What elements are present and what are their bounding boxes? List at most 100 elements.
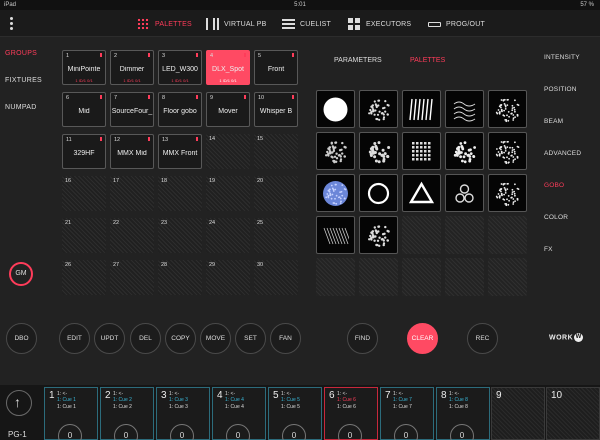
left-nav-fixtures[interactable]: FIXTURES: [0, 77, 50, 104]
executor-7[interactable]: 7 1: <- 1: Cue 7 1: Cue 70: [380, 387, 434, 440]
empty-palette-cell[interactable]: [359, 258, 398, 296]
fan-button[interactable]: FAN: [270, 323, 301, 354]
copy-button[interactable]: COPY: [165, 323, 196, 354]
tab-parameters[interactable]: PARAMETERS: [334, 57, 382, 64]
group-cell[interactable]: 2 Dimmer 1 ID/1 0/1: [110, 50, 154, 85]
executor-fader-knob[interactable]: 0: [226, 424, 250, 440]
find-button[interactable]: FIND: [347, 323, 378, 354]
group-cell[interactable]: 16: [62, 176, 106, 211]
group-cell[interactable]: 3 LED_W300 1 ID/1 0/1: [158, 50, 202, 85]
group-cell[interactable]: 22: [110, 218, 154, 253]
group-cell[interactable]: 7 SourceFour_: [110, 92, 154, 127]
executor-4[interactable]: 4 1: <- 1: Cue 4 1: Cue 40: [212, 387, 266, 440]
empty-palette-cell[interactable]: [316, 258, 355, 296]
left-nav-numpad[interactable]: NUMPAD: [0, 104, 50, 131]
executor-fader-knob[interactable]: 0: [58, 424, 82, 440]
group-cell[interactable]: 8 Floor gobo: [158, 92, 202, 127]
update-button[interactable]: UPDT: [94, 323, 125, 354]
gobo-palette-cell[interactable]: [402, 90, 441, 128]
gobo-palette-cell[interactable]: [445, 90, 484, 128]
dbo-button[interactable]: DBO: [6, 323, 37, 354]
group-cell[interactable]: 15: [254, 134, 298, 169]
more-menu-icon[interactable]: [9, 17, 13, 30]
nav-prog-out[interactable]: PROG/OUT: [428, 16, 485, 32]
gobo-palette-cell[interactable]: [488, 132, 527, 170]
gobo-palette-cell[interactable]: [402, 174, 441, 212]
gobo-palette-cell[interactable]: [445, 132, 484, 170]
executor-fader-knob[interactable]: 0: [282, 424, 306, 440]
empty-palette-cell[interactable]: [402, 216, 441, 254]
group-cell[interactable]: 13 MMX Front: [158, 134, 202, 169]
group-cell[interactable]: 9 Mover: [206, 92, 250, 127]
gobo-palette-cell[interactable]: [316, 132, 355, 170]
delete-button[interactable]: DEL: [130, 323, 161, 354]
group-cell[interactable]: 23: [158, 218, 202, 253]
executor-2[interactable]: 2 1: <- 1: Cue 2 1: Cue 20: [100, 387, 154, 440]
group-cell[interactable]: 24: [206, 218, 250, 253]
nav-executors[interactable]: EXECUTORS: [348, 16, 411, 32]
group-cell[interactable]: 11 329HF: [62, 134, 106, 169]
group-cell[interactable]: 1 MiniPointe 1 ID/1 0/1: [62, 50, 106, 85]
group-cell[interactable]: 19: [206, 176, 250, 211]
executor-5[interactable]: 5 1: <- 1: Cue 5 1: Cue 50: [268, 387, 322, 440]
attr-advanced[interactable]: ADVANCED: [544, 150, 600, 182]
group-cell[interactable]: 10 Whisper B: [254, 92, 298, 127]
tab-palettes[interactable]: PALETTES: [410, 57, 445, 64]
left-nav-groups[interactable]: GROUPS: [0, 50, 50, 77]
executor-3[interactable]: 3 1: <- 1: Cue 3 1: Cue 30: [156, 387, 210, 440]
group-cell[interactable]: 14: [206, 134, 250, 169]
gobo-palette-cell[interactable]: [359, 132, 398, 170]
group-cell[interactable]: 26: [62, 260, 106, 295]
attr-color[interactable]: COLOR: [544, 214, 600, 246]
group-cell[interactable]: 30: [254, 260, 298, 295]
gobo-palette-cell[interactable]: [359, 216, 398, 254]
attr-gobo[interactable]: GOBO: [544, 182, 600, 214]
empty-palette-cell[interactable]: [488, 258, 527, 296]
attr-intensity[interactable]: INTENSITY: [544, 54, 600, 86]
group-cell[interactable]: 29: [206, 260, 250, 295]
set-button[interactable]: SET: [235, 323, 266, 354]
clear-button[interactable]: CLEAR: [407, 323, 438, 354]
executor-1[interactable]: 1 1: <- 1: Cue 1 1: Cue 10: [44, 387, 98, 440]
executor-9[interactable]: 9: [491, 387, 545, 440]
executor-fader-knob[interactable]: 0: [394, 424, 418, 440]
group-cell[interactable]: 12 MMX Mid: [110, 134, 154, 169]
nav-virtual-pb[interactable]: VIRTUAL PB: [206, 16, 266, 32]
gobo-palette-cell[interactable]: [445, 174, 484, 212]
empty-palette-cell[interactable]: [402, 258, 441, 296]
group-cell[interactable]: 21: [62, 218, 106, 253]
group-cell[interactable]: 5 Front: [254, 50, 298, 85]
executor-fader-knob[interactable]: 0: [114, 424, 138, 440]
empty-palette-cell[interactable]: [488, 216, 527, 254]
gobo-palette-cell[interactable]: [359, 174, 398, 212]
group-cell[interactable]: 20: [254, 176, 298, 211]
grand-master-button[interactable]: GM: [9, 262, 33, 286]
gobo-palette-cell[interactable]: [316, 174, 355, 212]
group-cell[interactable]: 17: [110, 176, 154, 211]
executor-8[interactable]: 8 1: <- 1: Cue 8 1: Cue 80: [436, 387, 490, 440]
group-cell[interactable]: 25: [254, 218, 298, 253]
edit-button[interactable]: EDIT: [59, 323, 90, 354]
executor-fader-knob[interactable]: 0: [450, 424, 474, 440]
gobo-palette-cell[interactable]: [488, 174, 527, 212]
gobo-palette-cell[interactable]: [316, 216, 355, 254]
empty-palette-cell[interactable]: [445, 258, 484, 296]
executor-fader-knob[interactable]: 0: [170, 424, 194, 440]
page-up-button[interactable]: ↑: [6, 390, 32, 416]
move-button[interactable]: MOVE: [200, 323, 231, 354]
record-button[interactable]: REC: [467, 323, 498, 354]
attr-position[interactable]: POSITION: [544, 86, 600, 118]
executor-fader-knob[interactable]: 0: [338, 424, 362, 440]
executor-6[interactable]: 6 1: <- 1: Cue 6 1: Cue 60: [324, 387, 378, 440]
gobo-palette-cell[interactable]: [402, 132, 441, 170]
empty-palette-cell[interactable]: [445, 216, 484, 254]
group-cell[interactable]: 27: [110, 260, 154, 295]
gobo-palette-cell[interactable]: [488, 90, 527, 128]
gobo-palette-cell[interactable]: [316, 90, 355, 128]
gobo-palette-cell[interactable]: [359, 90, 398, 128]
attr-fx[interactable]: FX: [544, 246, 600, 278]
executor-10[interactable]: 10: [546, 387, 600, 440]
group-cell[interactable]: 18: [158, 176, 202, 211]
group-cell[interactable]: 6 Mid: [62, 92, 106, 127]
group-cell[interactable]: 28: [158, 260, 202, 295]
